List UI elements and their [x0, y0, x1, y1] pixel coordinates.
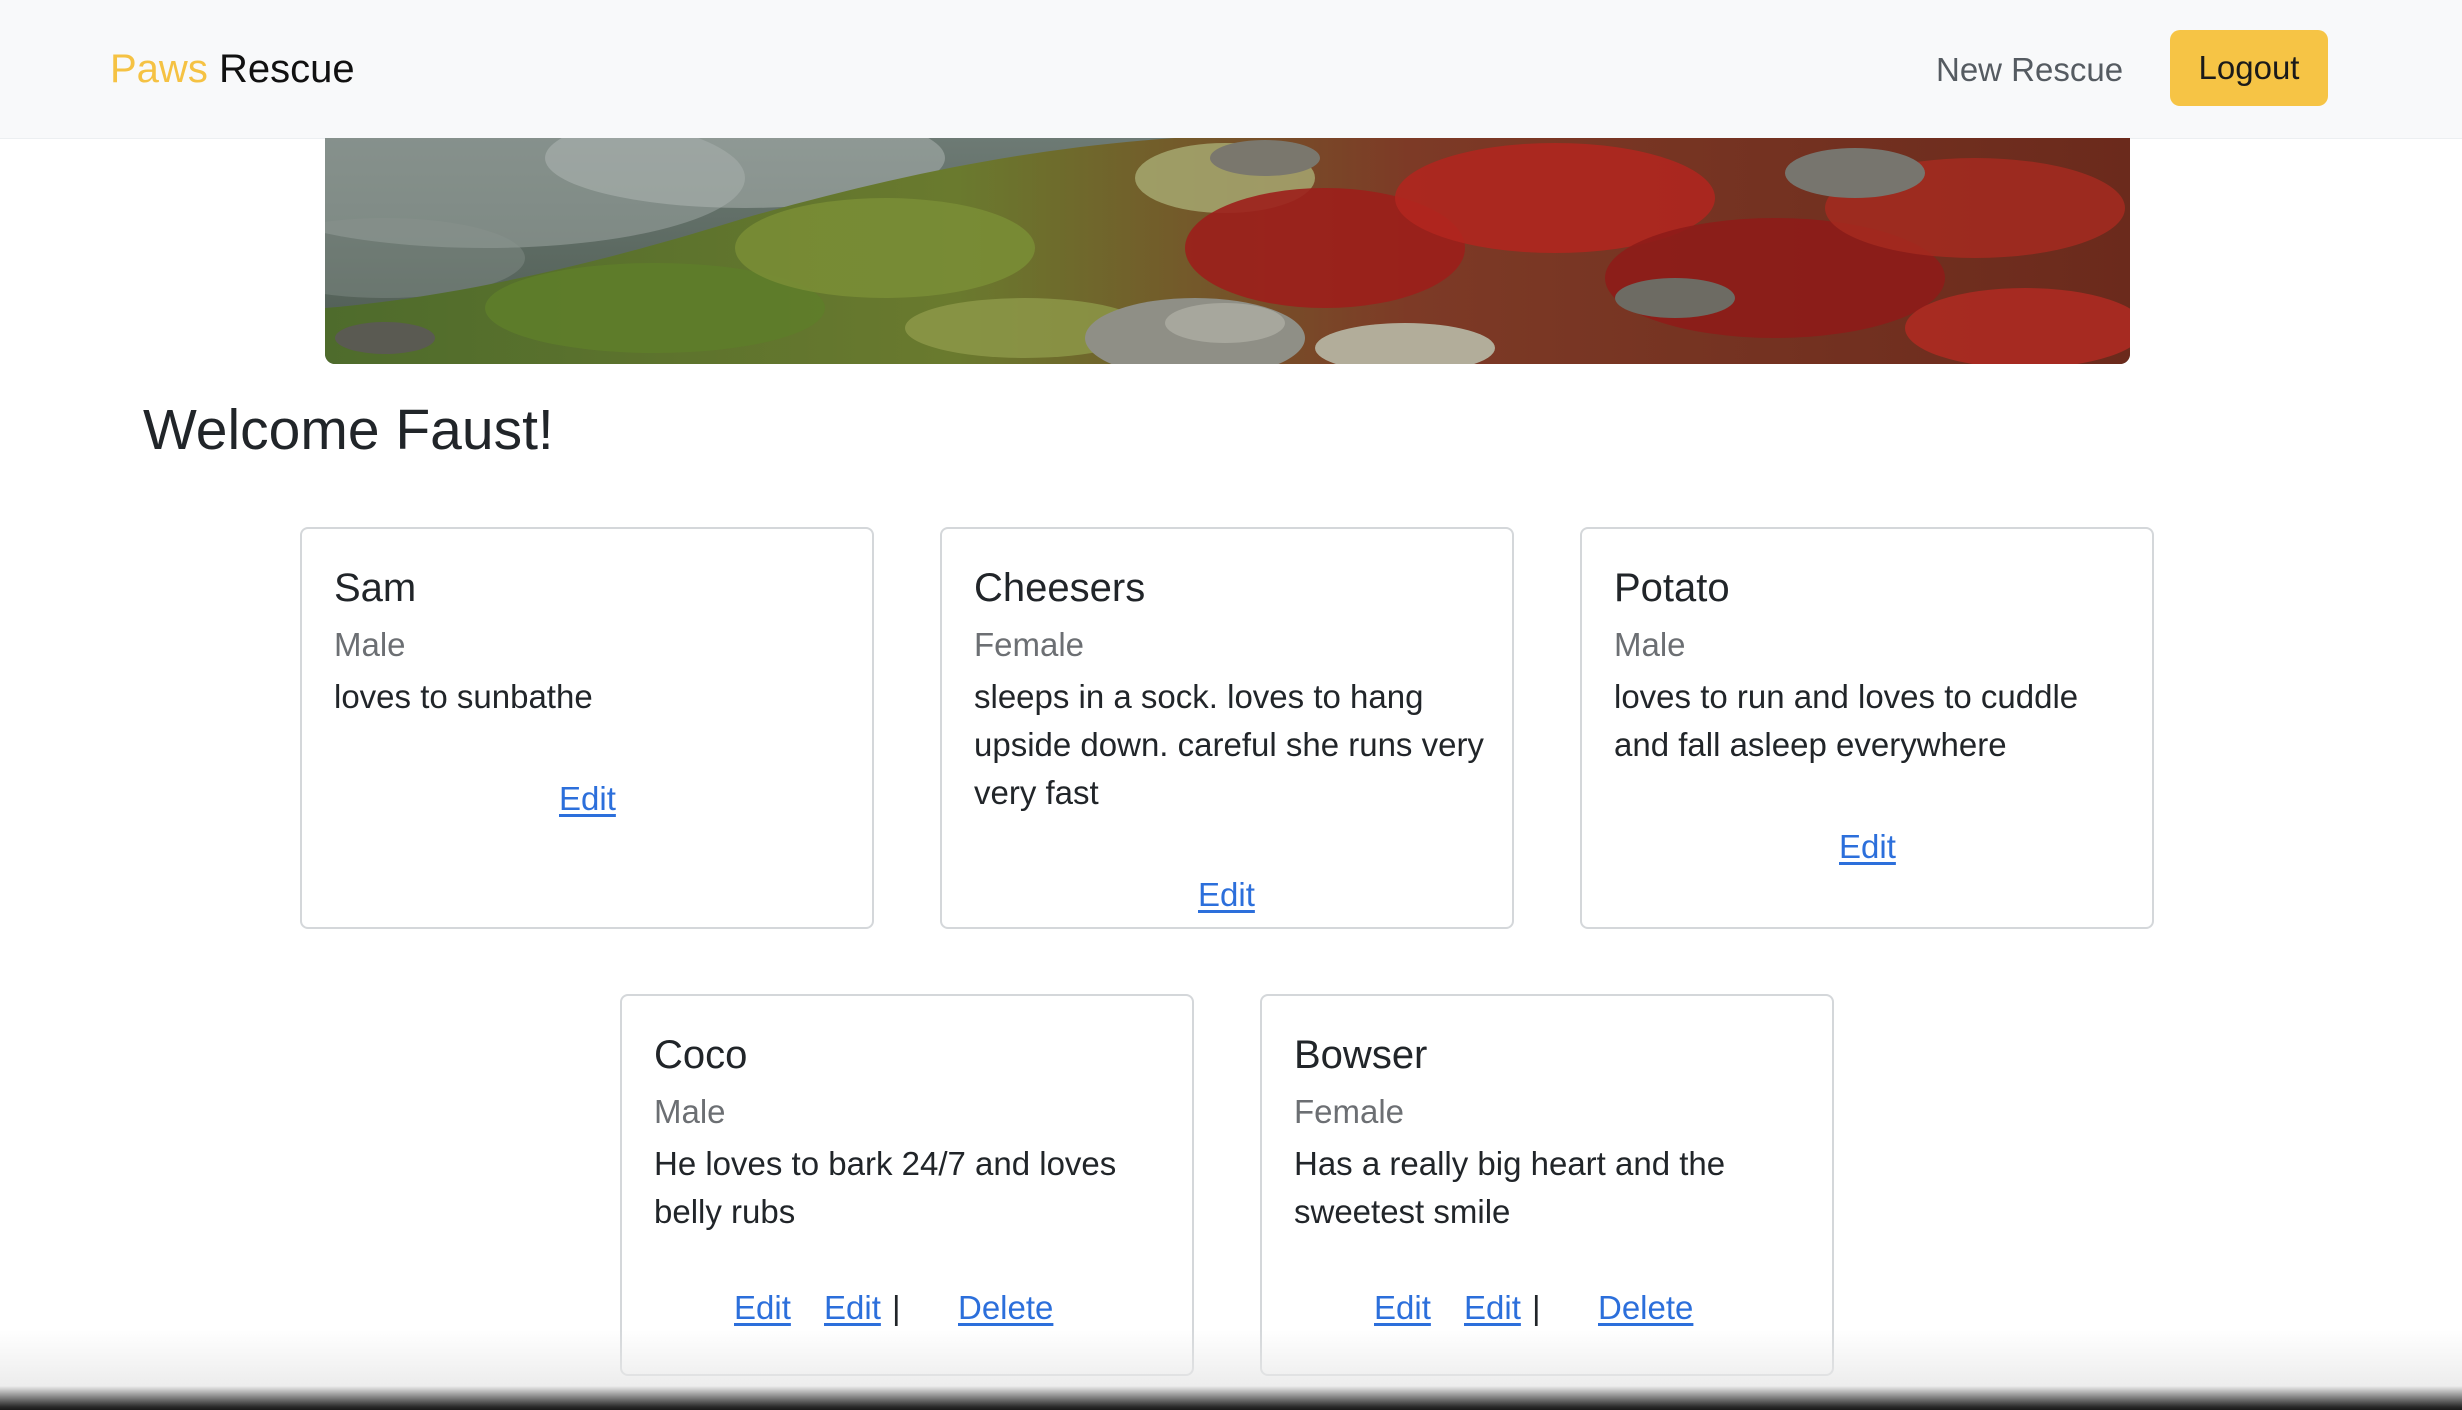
new-rescue-link[interactable]: New Rescue — [1936, 50, 2123, 90]
rescue-gender: Female — [1294, 1093, 1405, 1130]
brand-accent-text: Paws — [110, 47, 208, 91]
edit-link-secondary[interactable]: Edit — [1464, 1288, 1521, 1328]
edit-link[interactable]: Edit — [559, 779, 616, 819]
edit-link[interactable]: Edit — [1198, 875, 1255, 915]
rescue-card: Potato Male loves to run and loves to cu… — [1580, 527, 2154, 929]
rescue-description: Has a really big heart and the sweetest … — [1294, 1145, 1726, 1230]
rescue-name: Sam — [334, 566, 417, 610]
edit-link[interactable]: Edit — [1374, 1288, 1431, 1328]
edit-link[interactable]: Edit — [734, 1288, 791, 1328]
rescue-card: Coco Male He loves to bark 24/7 and love… — [620, 994, 1194, 1376]
welcome-heading: Welcome Faust! — [143, 398, 554, 462]
rescue-card: Sam Male loves to sunbathe Edit — [300, 527, 874, 929]
logout-button[interactable]: Logout — [2170, 30, 2328, 106]
rescue-name: Bowser — [1294, 1033, 1428, 1077]
edit-link-secondary[interactable]: Edit — [824, 1288, 881, 1328]
hero-banner-image — [325, 138, 2130, 364]
rescue-card: Bowser Female Has a really big heart and… — [1260, 994, 1834, 1376]
rescue-gender: Male — [334, 626, 406, 663]
rescue-description: loves to run and loves to cuddle and fal… — [1614, 678, 2079, 763]
navbar: Paws Rescue New Rescue Logout — [0, 0, 2462, 139]
link-separator: | — [1532, 1289, 1541, 1326]
edit-link[interactable]: Edit — [1839, 827, 1896, 867]
rescue-description: loves to sunbathe — [334, 678, 593, 715]
link-separator: | — [892, 1289, 901, 1326]
rescue-gender: Male — [1614, 626, 1686, 663]
rescue-description: sleeps in a sock. loves to hang upside d… — [974, 678, 1484, 811]
rescue-gender: Male — [654, 1093, 726, 1130]
window-bottom-shadow — [0, 1330, 2462, 1410]
rescue-name: Cheesers — [974, 566, 1146, 610]
rescue-description: He loves to bark 24/7 and loves belly ru… — [654, 1145, 1117, 1230]
rescue-gender: Female — [974, 626, 1085, 663]
rescue-name: Coco — [654, 1033, 748, 1077]
brand-main-text: Rescue — [218, 47, 355, 91]
delete-link[interactable]: Delete — [958, 1288, 1053, 1328]
brand-logo[interactable]: Paws Rescue — [110, 44, 355, 94]
rescue-name: Potato — [1614, 566, 1730, 610]
delete-link[interactable]: Delete — [1598, 1288, 1693, 1328]
rescue-card: Cheesers Female sleeps in a sock. loves … — [940, 527, 1514, 929]
